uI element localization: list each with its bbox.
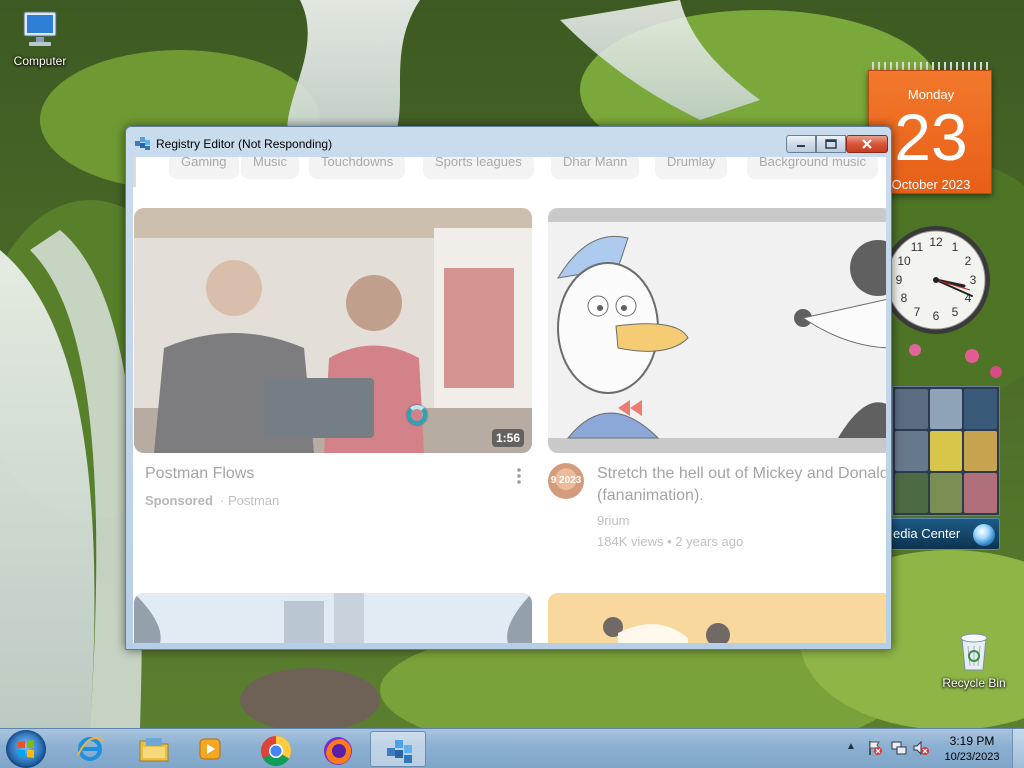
media-player-icon xyxy=(199,738,221,760)
windows-logo-icon xyxy=(18,740,34,758)
clock-numeral-9: 9 xyxy=(896,273,903,287)
minimize-icon xyxy=(787,136,815,152)
clock-numeral-1: 1 xyxy=(952,240,959,254)
taskbar-firefox[interactable] xyxy=(308,731,364,767)
action-center-flag-icon[interactable] xyxy=(866,739,884,757)
registry-editor-icon xyxy=(387,740,412,763)
chip-background-music[interactable]: Background music xyxy=(747,157,878,179)
video-stats: 184K views • 2 years ago xyxy=(597,534,744,549)
window-titlebar[interactable]: Registry Editor (Not Responding) xyxy=(126,127,891,157)
firefox-icon xyxy=(324,737,352,765)
clock-numeral-6: 6 xyxy=(933,309,940,323)
thumbnail-image xyxy=(548,593,886,643)
windows-orb-icon xyxy=(973,524,995,546)
window-content[interactable]: Gaming Music Touchdowns Sports leagues D… xyxy=(133,157,886,643)
chip-gaming[interactable]: Gaming xyxy=(169,157,239,179)
video-duration: 1:56 xyxy=(491,429,524,447)
taskbar: ▲ 3:19 PM 10/23/2023 xyxy=(0,728,1024,768)
taskbar-registry-editor[interactable] xyxy=(370,731,426,767)
media-center-gadget[interactable]: edia Center xyxy=(888,386,1000,550)
clock-numeral-3: 3 xyxy=(970,273,977,287)
network-icon[interactable] xyxy=(890,739,908,757)
busy-cursor-icon xyxy=(407,405,427,425)
folder-icon xyxy=(139,738,169,762)
close-button[interactable] xyxy=(846,135,888,153)
thumbnail-image xyxy=(134,208,532,453)
recycle-bin-icon xyxy=(960,633,988,671)
chip-dhar-mann[interactable]: Dhar Mann xyxy=(551,157,640,179)
clock-numeral-10: 10 xyxy=(897,254,911,268)
show-hidden-icons-button[interactable]: ▲ xyxy=(846,741,856,752)
maximize-button[interactable] xyxy=(816,135,846,153)
channel-name[interactable]: · Postman xyxy=(220,493,279,508)
system-tray: ▲ 3:19 PM 10/23/2023 xyxy=(840,729,1024,768)
video-thumbnail-mickey-donald[interactable] xyxy=(548,208,886,453)
start-button[interactable] xyxy=(6,730,46,768)
taskbar-clock-time[interactable]: 3:19 PM xyxy=(930,734,1014,748)
video-thumbnail-cartoon[interactable] xyxy=(548,593,886,643)
clock-numeral-12: 12 xyxy=(929,235,943,249)
taskbar-chrome[interactable] xyxy=(246,731,302,767)
desktop-icon-label: Computer xyxy=(13,54,67,68)
channel-avatar[interactable]: 9 2023 xyxy=(548,463,584,499)
more-options-icon[interactable] xyxy=(516,467,522,485)
window-title: Registry Editor (Not Responding) xyxy=(156,137,333,151)
desktop-icon-label: Recycle Bin xyxy=(942,676,1006,690)
registry-editor-icon xyxy=(135,137,150,150)
media-center-bar: edia Center xyxy=(888,518,1000,550)
clock-numeral-2: 2 xyxy=(965,254,972,268)
video-title[interactable]: Postman Flows xyxy=(145,463,254,485)
video-title[interactable]: Stretch the hell out of Mickey and Donal… xyxy=(597,463,886,507)
show-desktop-button[interactable] xyxy=(1012,729,1024,768)
clock-gadget[interactable]: 12 1 2 3 4 5 6 7 8 9 10 11 xyxy=(880,218,992,342)
thumbnail-image xyxy=(548,208,886,453)
media-center-label: edia Center xyxy=(893,526,961,541)
chip-music[interactable]: Music xyxy=(241,157,299,179)
category-chips: Gaming Music Touchdowns Sports leagues D… xyxy=(133,157,886,187)
volume-muted-icon[interactable] xyxy=(912,739,930,757)
media-center-tiles xyxy=(892,386,1000,516)
taskbar-windows-explorer[interactable] xyxy=(124,731,180,767)
thumbnail-image xyxy=(134,593,532,643)
maximize-icon xyxy=(817,136,845,152)
chip-bar-edge xyxy=(133,157,136,187)
desktop-icon-computer[interactable]: Computer xyxy=(2,8,78,68)
video-thumbnail-postman[interactable]: 1:56 xyxy=(134,208,532,453)
clock-numeral-11: 11 xyxy=(911,240,924,254)
clock-numeral-5: 5 xyxy=(952,305,959,319)
desktop-icon-recycle-bin[interactable]: Recycle Bin xyxy=(936,630,1012,690)
chip-touchdowns[interactable]: Touchdowns xyxy=(309,157,406,179)
sponsored-label: Sponsored xyxy=(145,493,213,508)
chip-sports-leagues[interactable]: Sports leagues xyxy=(423,157,534,179)
taskbar-media-player[interactable] xyxy=(182,731,238,767)
internet-explorer-icon xyxy=(77,737,104,761)
computer-icon xyxy=(23,11,57,46)
close-icon xyxy=(847,136,887,152)
registry-editor-window[interactable]: Registry Editor (Not Responding) Gaming … xyxy=(125,126,892,650)
clock-numeral-8: 8 xyxy=(901,291,908,305)
video-thumbnail-city[interactable] xyxy=(134,593,532,643)
minimize-button[interactable] xyxy=(786,135,816,153)
taskbar-internet-explorer[interactable] xyxy=(62,731,118,767)
channel-name[interactable]: 9rium xyxy=(597,513,630,528)
taskbar-clock-date[interactable]: 10/23/2023 xyxy=(930,751,1014,763)
clock-numeral-7: 7 xyxy=(914,305,921,319)
chrome-icon xyxy=(261,736,292,767)
chip-drumlay[interactable]: Drumlay xyxy=(655,157,728,179)
